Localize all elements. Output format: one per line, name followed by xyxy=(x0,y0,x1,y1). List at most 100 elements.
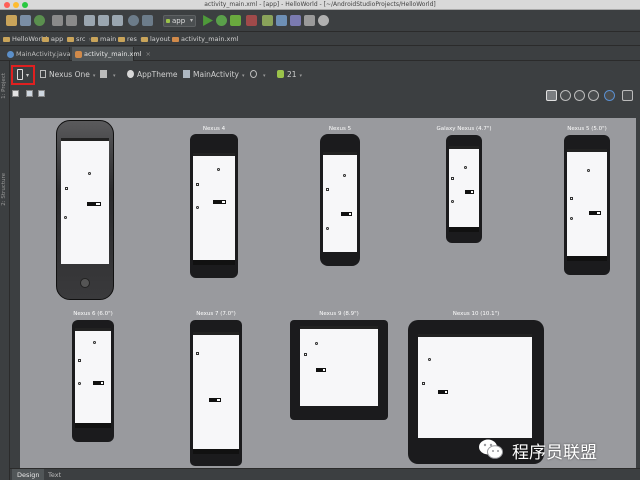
sdk-manager-icon[interactable] xyxy=(262,15,273,26)
debug-icon[interactable] xyxy=(216,15,227,26)
layout-editor-toolbar: ▾ Nexus One ▾ ▾ AppTheme MainActivity ▾ ▾ … xyxy=(10,61,640,89)
radio-widget xyxy=(78,382,81,385)
zoom-to-fit-icon[interactable] xyxy=(546,90,557,101)
structure-tool-window-button[interactable]: 2: Structure xyxy=(1,173,7,206)
run-config-label: app xyxy=(172,17,186,25)
layout-preview-canvas: Nexus 4 Nexus 5 Galaxy Nexus (4.7") Nexu… xyxy=(20,118,636,468)
zoom-in-icon[interactable] xyxy=(588,90,599,101)
run-icon[interactable] xyxy=(203,15,213,26)
device-preview-nexus-6[interactable]: Nexus 6 (6.0") xyxy=(72,311,114,442)
component-tree-icon[interactable] xyxy=(26,90,33,97)
device-preview-galaxy-nexus[interactable]: Galaxy Nexus (4.7") xyxy=(436,126,492,243)
android-icon xyxy=(166,19,170,23)
design-text-tabs: Design Text xyxy=(10,468,640,480)
radio-widget xyxy=(451,200,454,203)
title-bar: activity_main.xml - [app] - HelloWorld -… xyxy=(0,0,640,10)
orientation-toggle[interactable]: ▾ xyxy=(100,70,116,81)
radio-widget xyxy=(464,166,467,169)
device-preview-nexus-5-inch[interactable]: Nexus 5 (5.0") xyxy=(564,126,610,275)
monitor-icon[interactable] xyxy=(304,15,315,26)
radio-widget xyxy=(587,169,590,172)
activity-select[interactable]: MainActivity ▾ xyxy=(183,70,244,81)
switch-widget xyxy=(438,390,448,394)
radio-widget xyxy=(326,227,329,230)
checkbox-widget xyxy=(78,359,81,362)
device-label: Nexus 7 (7.0") xyxy=(196,311,236,317)
breadcrumb-item[interactable]: app› xyxy=(42,32,69,46)
device-preview-nexus-5[interactable]: Nexus 5 xyxy=(320,126,360,266)
zoom-out-icon[interactable] xyxy=(560,90,571,101)
save-all-icon[interactable] xyxy=(20,15,31,26)
phone-screen xyxy=(449,146,479,232)
device-select[interactable]: Nexus One ▾ xyxy=(40,70,95,81)
checkbox-widget xyxy=(326,188,329,191)
android-studio-window: activity_main.xml - [app] - HelloWorld -… xyxy=(0,0,640,480)
settings-icon[interactable] xyxy=(622,90,633,101)
device-preview-nexus-one[interactable] xyxy=(56,120,114,300)
breadcrumb: HelloWorld› app› src› main› res› layout›… xyxy=(0,32,640,46)
device-label: Nexus 6 (6.0") xyxy=(73,311,113,317)
editor-tabs: MainActivity.java× activity_main.xml× xyxy=(0,46,640,61)
refresh-icon[interactable] xyxy=(604,90,615,101)
breadcrumb-item[interactable]: res› xyxy=(118,32,143,46)
breadcrumb-item[interactable]: layout› xyxy=(141,32,176,46)
phone-screen xyxy=(61,138,109,264)
switch-widget xyxy=(87,202,101,206)
window-title: activity_main.xml - [app] - HelloWorld -… xyxy=(204,1,436,8)
checkbox-widget xyxy=(570,197,573,200)
project-tool-window-button[interactable]: 1: Project xyxy=(1,73,7,99)
undo-icon[interactable] xyxy=(52,15,63,26)
project-structure-icon[interactable] xyxy=(290,15,301,26)
chevron-down-icon: ▾ xyxy=(26,72,30,79)
tab-activity-main-xml[interactable]: activity_main.xml × xyxy=(72,47,151,61)
radio-widget xyxy=(217,168,220,171)
open-folder-icon[interactable] xyxy=(6,15,17,26)
tablet-screen xyxy=(418,334,532,438)
tab-mainactivity-java[interactable]: MainActivity.java× xyxy=(4,47,80,61)
watermark-text: 程序员联盟 xyxy=(512,443,597,463)
copy-icon[interactable] xyxy=(98,15,109,26)
wechat-logo-icon xyxy=(479,439,503,459)
layout-file-icon xyxy=(75,51,82,58)
tab-text[interactable]: Text xyxy=(43,469,66,480)
switch-widget xyxy=(465,190,474,194)
tab-design[interactable]: Design xyxy=(12,469,45,480)
checkbox-widget xyxy=(196,352,199,355)
attach-debugger-icon[interactable] xyxy=(230,15,241,26)
radio-widget xyxy=(64,216,67,219)
checkbox-widget xyxy=(451,177,454,180)
close-tab-icon[interactable]: × xyxy=(146,50,151,58)
help-icon[interactable] xyxy=(318,15,329,26)
device-label: Nexus 10 (10.1") xyxy=(452,311,500,317)
find-icon[interactable] xyxy=(128,15,139,26)
theme-select[interactable]: AppTheme xyxy=(127,70,178,80)
switch-widget xyxy=(589,211,601,215)
device-preview-nexus-4[interactable]: Nexus 4 xyxy=(190,126,238,278)
palette-icon[interactable] xyxy=(12,90,19,97)
api-level-select[interactable]: 21 ▾ xyxy=(277,70,302,81)
paste-icon[interactable] xyxy=(112,15,123,26)
stop-icon[interactable] xyxy=(246,15,257,26)
replace-icon[interactable] xyxy=(142,15,153,26)
folder-icon xyxy=(42,37,49,42)
folder-icon xyxy=(91,37,98,42)
device-preview-nexus-7[interactable]: Nexus 7 (7.0") xyxy=(190,311,242,466)
breadcrumb-item[interactable]: activity_main.xml xyxy=(172,32,239,46)
chevron-down-icon: ▾ xyxy=(189,17,193,24)
folder-icon xyxy=(141,37,148,42)
redo-icon[interactable] xyxy=(66,15,77,26)
avd-manager-icon[interactable] xyxy=(276,15,287,26)
locale-select[interactable]: ▾ xyxy=(250,70,266,81)
device-label: Nexus 4 xyxy=(202,126,226,132)
phone-screen xyxy=(323,152,357,252)
switch-widget xyxy=(93,381,104,385)
device-preview-selector[interactable]: ▾ xyxy=(11,65,35,85)
zoom-actual-size-icon[interactable] xyxy=(574,90,585,101)
sync-icon[interactable] xyxy=(34,15,45,26)
properties-icon[interactable] xyxy=(38,90,45,97)
cut-icon[interactable] xyxy=(84,15,95,26)
breadcrumb-item[interactable]: src › xyxy=(67,32,91,46)
device-preview-nexus-9[interactable]: Nexus 9 (8.9") xyxy=(290,311,388,420)
run-configuration-select[interactable]: app ▾ xyxy=(163,15,196,27)
device-label: Galaxy Nexus (4.7") xyxy=(436,126,492,132)
